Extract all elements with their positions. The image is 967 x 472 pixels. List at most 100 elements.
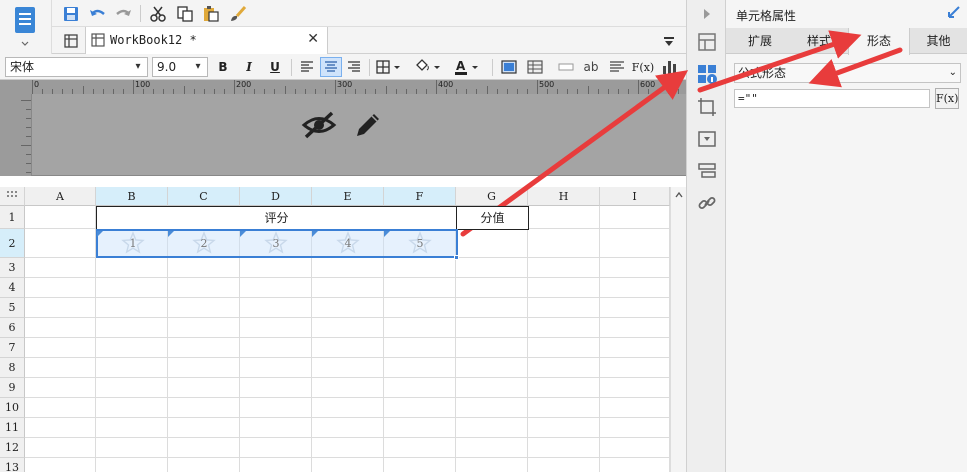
paste-icon <box>204 5 219 22</box>
dropdown-menu-icon <box>664 36 674 46</box>
undo-button[interactable] <box>86 3 108 24</box>
select-all-corner[interactable] <box>0 187 25 206</box>
close-tab-icon[interactable]: ✕ <box>307 31 319 47</box>
formula-button[interactable]: F(x) <box>632 57 654 77</box>
row-header-6[interactable]: 6 <box>0 318 25 338</box>
chart-button[interactable] <box>659 57 681 77</box>
tab-expand[interactable]: 扩展 <box>730 28 790 54</box>
copy-button[interactable] <box>174 3 196 24</box>
dropdown-widget-button[interactable] <box>695 127 719 151</box>
ruler-label: 300 <box>337 80 353 89</box>
condition-attribute-button[interactable] <box>695 159 719 183</box>
redo-button[interactable] <box>113 3 135 24</box>
splitter[interactable] <box>0 176 686 187</box>
format-painter-button[interactable] <box>227 3 249 24</box>
list-stack-icon <box>698 163 716 178</box>
row-header-10[interactable]: 10 <box>0 398 25 418</box>
column-header-e[interactable]: E <box>312 187 384 206</box>
row-header-5[interactable]: 5 <box>0 298 25 318</box>
align-center-button[interactable] <box>320 57 342 77</box>
align-right-icon <box>348 61 360 72</box>
form-type-select[interactable]: 公式形态 ⌄ <box>734 63 961 83</box>
row-header-9[interactable]: 9 <box>0 378 25 398</box>
tab-other[interactable]: 其他 <box>910 28 967 54</box>
vertical-ruler-tick <box>26 154 31 155</box>
column-header-h[interactable]: H <box>528 187 600 206</box>
merged-rating-header[interactable]: 评分 <box>96 206 457 230</box>
vertical-ruler-tick <box>26 172 31 173</box>
grid-row-line <box>25 377 670 378</box>
panel-edit-icon[interactable] <box>947 5 961 19</box>
star-rating-cell[interactable]: 4 <box>312 231 384 256</box>
rich-text-button[interactable] <box>606 57 628 77</box>
column-header-b[interactable]: B <box>96 187 168 206</box>
border-icon <box>376 60 400 74</box>
star-rating-cell[interactable]: 2 <box>168 231 240 256</box>
font-color-button[interactable]: A <box>452 57 484 77</box>
image-button[interactable] <box>498 57 520 77</box>
paste-button[interactable] <box>200 3 222 24</box>
row-header-7[interactable]: 7 <box>0 338 25 358</box>
underline-button[interactable]: U <box>264 57 286 77</box>
workbook-tab-row: WorkBook12 * ✕ <box>52 27 686 54</box>
collapse-panel-button[interactable] <box>695 2 719 26</box>
row-header-2[interactable]: 2 <box>0 229 25 258</box>
text-button[interactable]: ab <box>580 57 602 77</box>
vertical-ruler-tick <box>21 145 31 146</box>
column-header-f[interactable]: F <box>384 187 456 206</box>
star-rating-cell[interactable]: 5 <box>384 231 456 256</box>
column-header-c[interactable]: C <box>168 187 240 206</box>
star-rating-cell[interactable]: 3 <box>240 231 312 256</box>
pencil-icon[interactable] <box>352 109 384 141</box>
fill-color-button[interactable] <box>412 57 444 77</box>
template-cell-button[interactable] <box>695 30 719 54</box>
row-header-1[interactable]: 1 <box>0 206 25 229</box>
slash-button[interactable] <box>555 57 577 77</box>
align-right-button[interactable] <box>343 57 365 77</box>
star-value: 2 <box>200 237 208 250</box>
font-size-select[interactable]: 9.0 ▾ <box>152 57 208 77</box>
row-header-4[interactable]: 4 <box>0 278 25 298</box>
score-header-cell[interactable]: 分值 <box>456 206 529 230</box>
border-button[interactable] <box>374 57 404 77</box>
italic-button[interactable]: I <box>238 57 260 77</box>
sub-report-button[interactable] <box>524 57 546 77</box>
row-header-3[interactable]: 3 <box>0 258 25 278</box>
vertical-scrollbar[interactable] <box>670 187 686 472</box>
cell-attribute-button[interactable] <box>695 62 719 86</box>
row-header-8[interactable]: 8 <box>0 358 25 378</box>
copy-icon <box>177 5 193 22</box>
save-button[interactable] <box>60 3 82 24</box>
font-name-select[interactable]: 宋体 ▾ <box>5 57 148 77</box>
tab-menu-button[interactable] <box>658 30 680 51</box>
tab-form[interactable]: 形态 <box>848 28 910 55</box>
cell-layout-icon <box>698 33 716 51</box>
scroll-up-icon[interactable] <box>675 191 683 199</box>
hyperlink-button[interactable] <box>695 191 719 215</box>
cut-button[interactable] <box>147 3 169 24</box>
star-rating-cell[interactable]: 1 <box>97 231 169 256</box>
row-header-11[interactable]: 11 <box>0 418 25 438</box>
row-header-12[interactable]: 12 <box>0 438 25 458</box>
workbook-tab[interactable]: WorkBook12 * ✕ <box>85 27 328 54</box>
column-header-d[interactable]: D <box>240 187 312 206</box>
column-header-i[interactable]: I <box>600 187 670 206</box>
star-value: 5 <box>416 237 424 250</box>
formula-editor-button[interactable]: F(x) <box>935 88 959 109</box>
svg-text:A: A <box>456 59 466 73</box>
tab-style[interactable]: 样式 <box>790 28 848 54</box>
ruler-tick <box>234 80 235 94</box>
grid-row-line <box>25 457 670 458</box>
column-header-g[interactable]: G <box>456 187 528 206</box>
new-template-button[interactable] <box>60 30 82 51</box>
align-left-button[interactable] <box>296 57 318 77</box>
eye-hidden-icon[interactable] <box>301 110 337 140</box>
dropdown-box-icon <box>698 131 716 147</box>
column-header-a[interactable]: A <box>25 187 96 206</box>
row-header-13[interactable]: 13 <box>0 458 25 472</box>
grid-row-line <box>25 297 670 298</box>
formula-input[interactable]: ="" <box>734 89 930 108</box>
app-logo[interactable] <box>0 0 52 54</box>
bold-button[interactable]: B <box>212 57 234 77</box>
widget-setting-button[interactable] <box>695 95 719 119</box>
